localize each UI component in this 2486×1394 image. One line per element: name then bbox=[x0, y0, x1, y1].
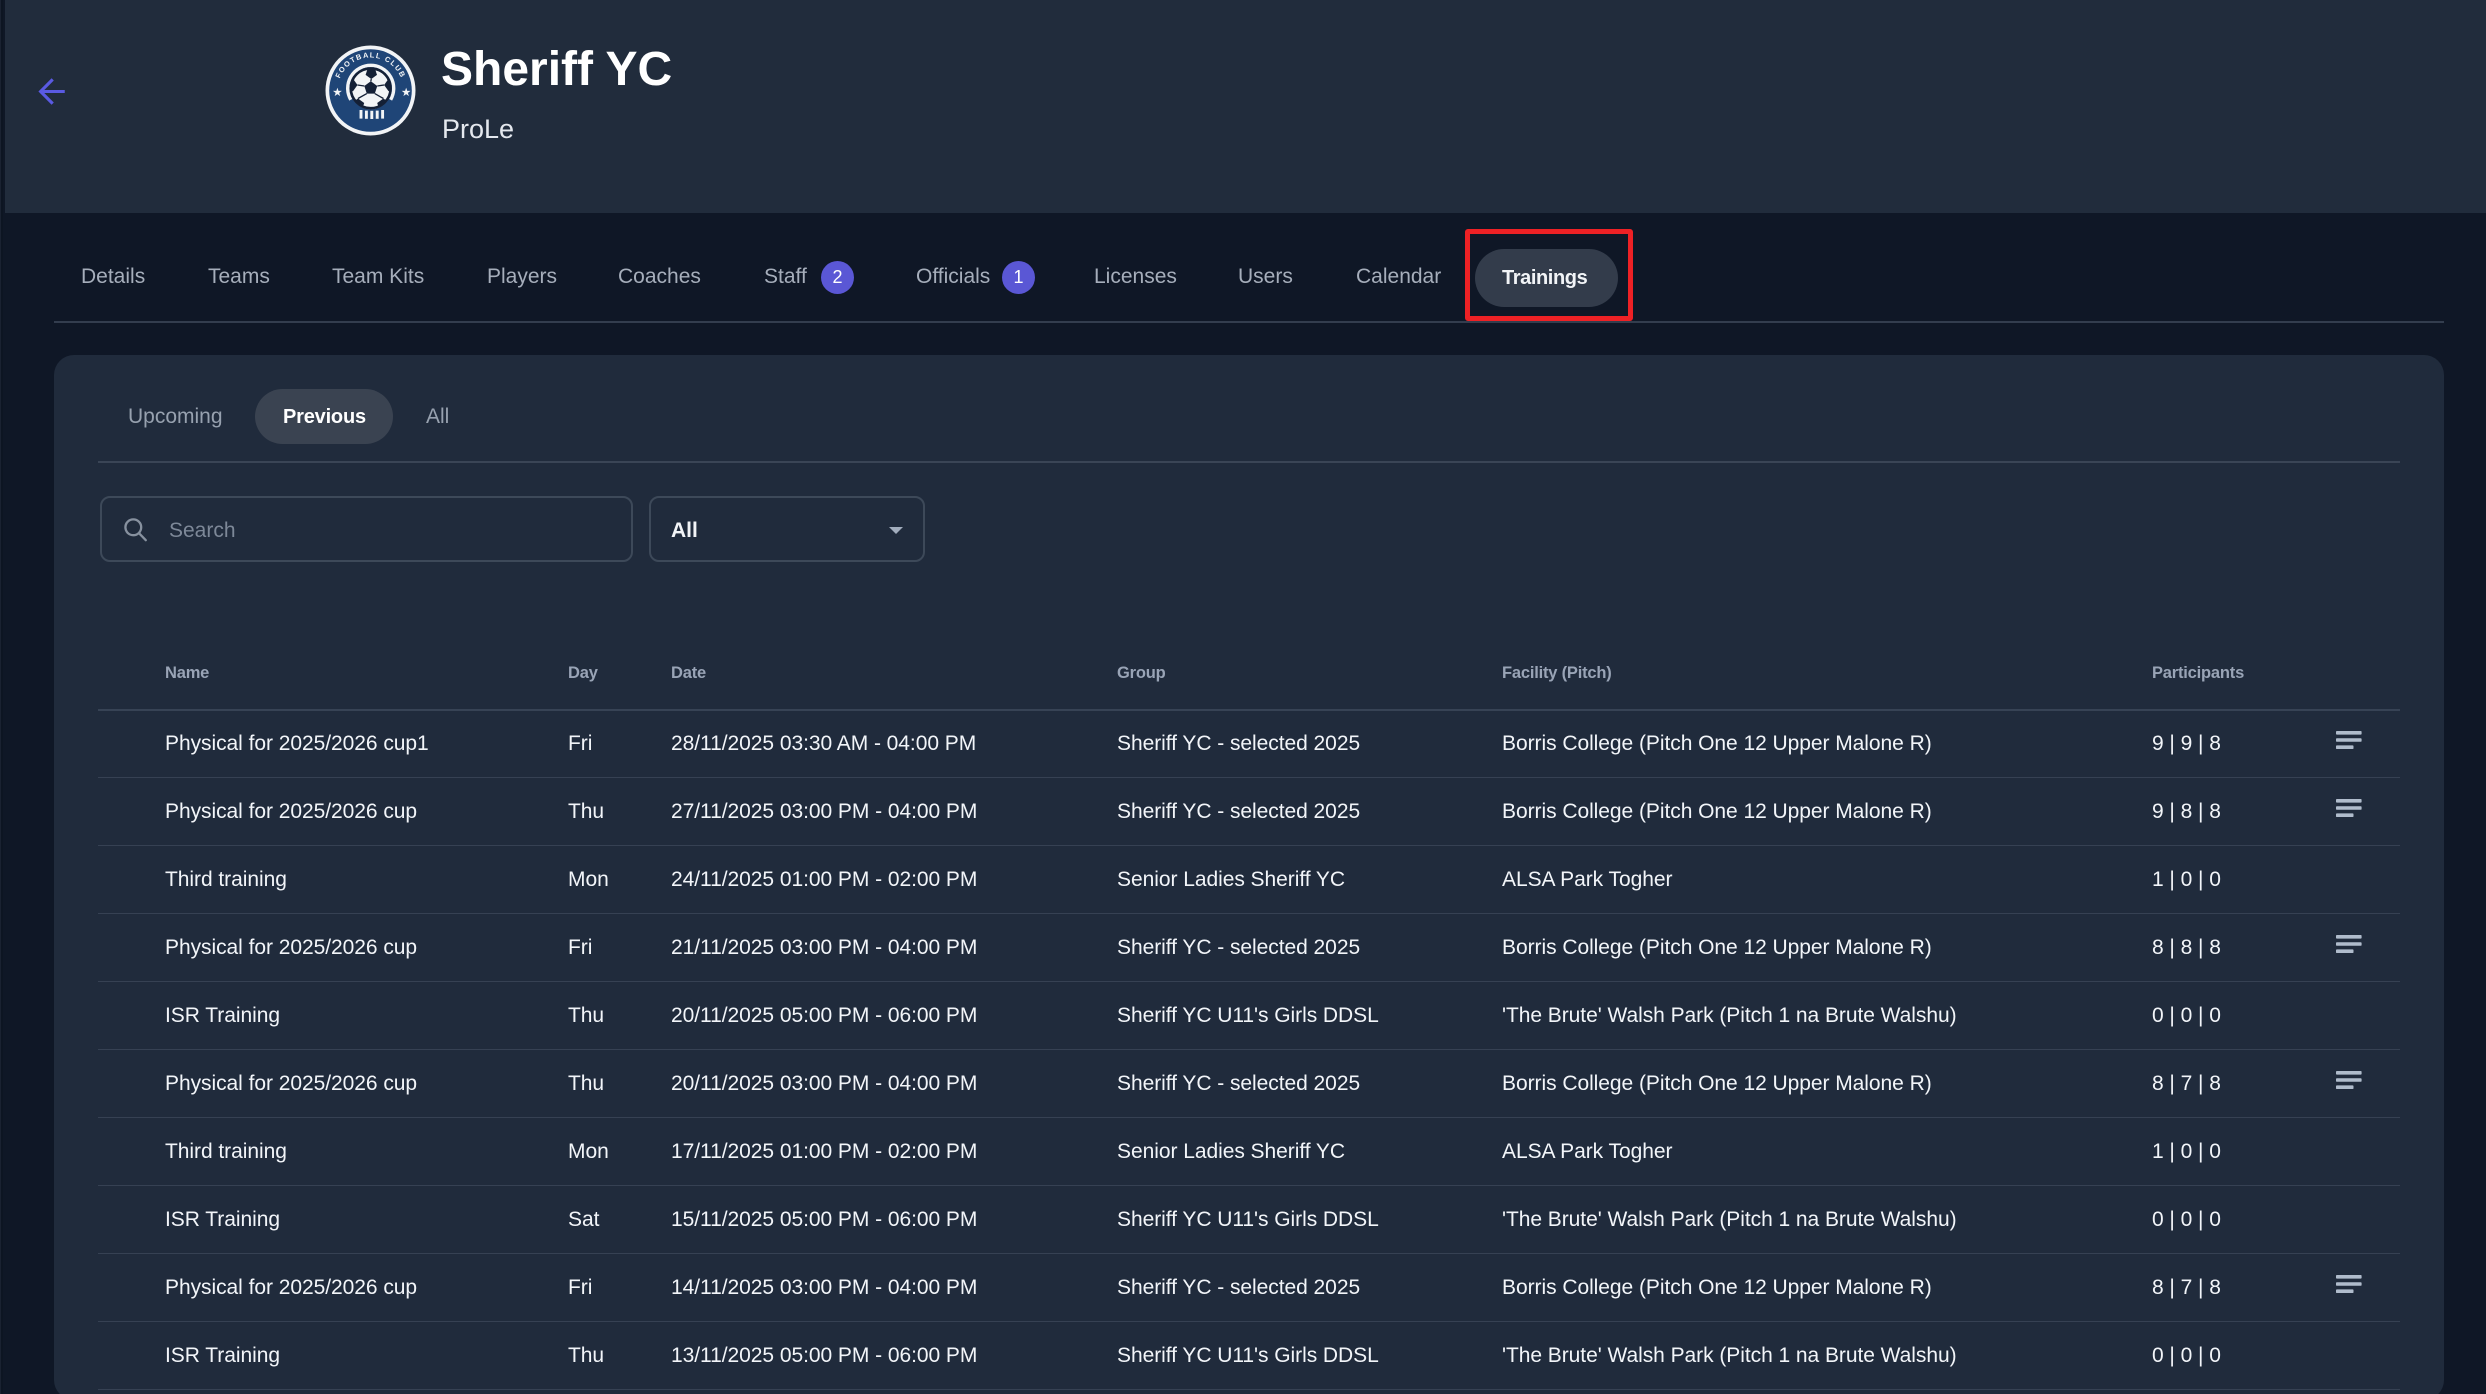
svg-text:★: ★ bbox=[332, 87, 342, 99]
svg-text:★: ★ bbox=[401, 87, 411, 99]
